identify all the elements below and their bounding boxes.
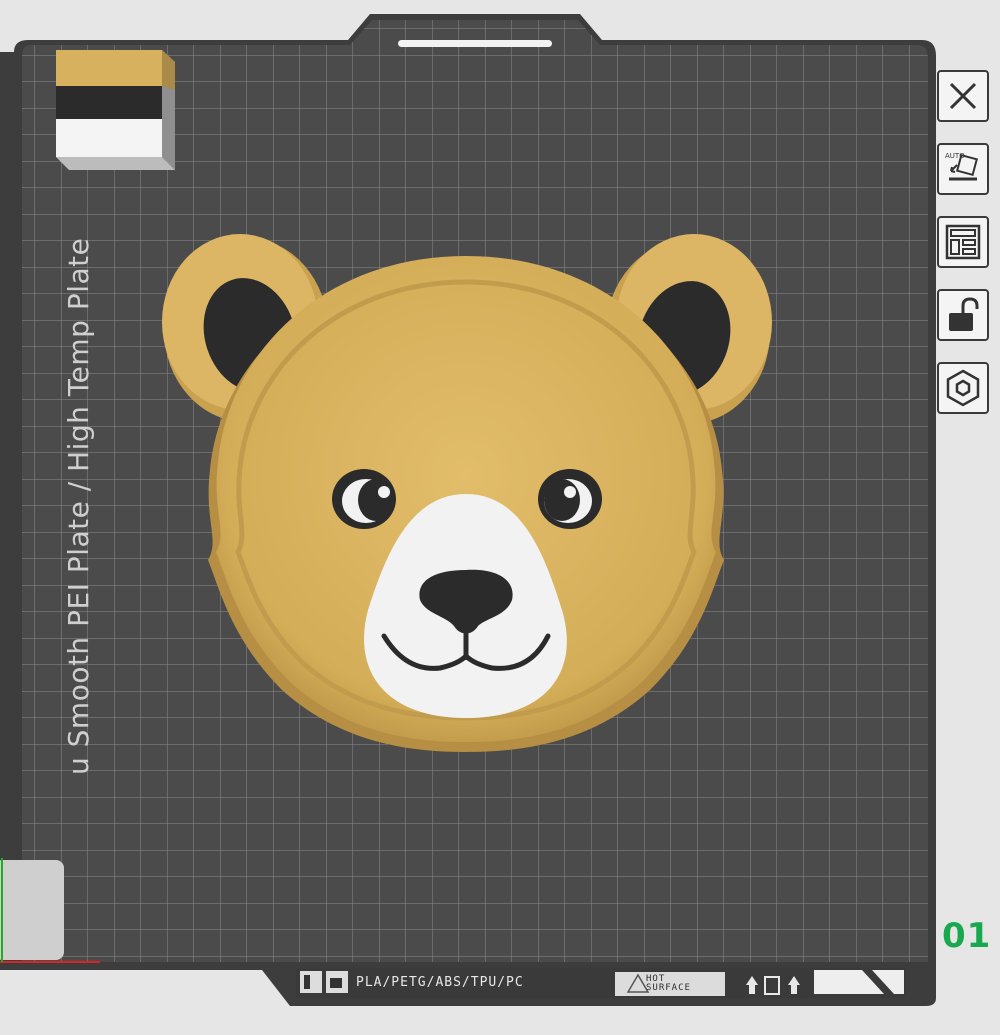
view-gizmo <box>0 860 64 960</box>
material-compat-label: PLA/PETG/ABS/TPU/PC <box>356 975 524 990</box>
auto-orient-icon: AUTO <box>945 152 979 181</box>
lock-icon <box>949 297 979 331</box>
plate-settings-button[interactable] <box>937 362 989 414</box>
auto-orient-button[interactable]: AUTO <box>937 143 989 195</box>
hexagon-nut-icon <box>946 369 980 407</box>
arrange-button[interactable] <box>937 216 989 268</box>
hot-surface-label: HOT SURFACE <box>646 974 691 993</box>
plate-handle <box>398 40 552 47</box>
close-icon <box>949 82 977 110</box>
arrange-icon <box>945 224 981 260</box>
close-plate-button[interactable] <box>937 70 989 122</box>
build-plate-scene <box>0 14 936 1006</box>
plate-number: 01 <box>942 916 992 956</box>
plate-type-label: u Smooth PEI Plate / High Temp Plate <box>62 237 95 775</box>
filament-color-swatch <box>56 50 175 170</box>
lock-plate-button[interactable] <box>937 289 989 341</box>
